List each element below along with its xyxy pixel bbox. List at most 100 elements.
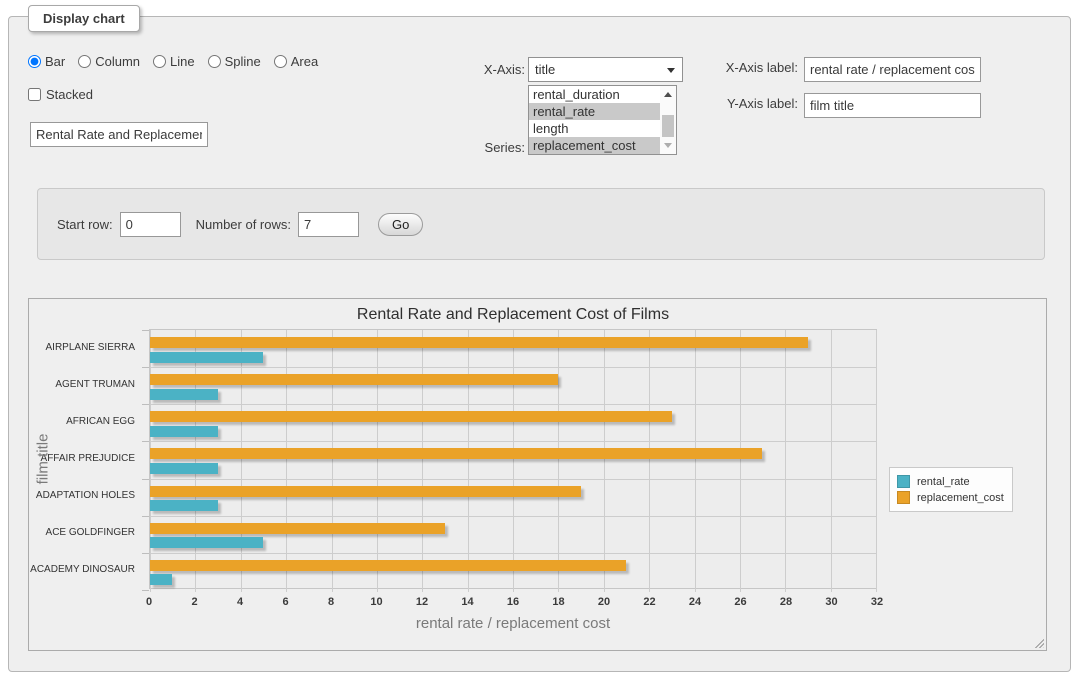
x-axis-label-label: X-Axis label: — [692, 60, 798, 75]
series-select-label: Series: — [419, 140, 525, 155]
series-option-rental_duration[interactable]: rental_duration — [529, 86, 661, 103]
x-tick-4: 4 — [237, 596, 243, 608]
series-multiselect[interactable]: rental_durationrental_ratelengthreplacem… — [528, 85, 677, 155]
fieldset-legend: Display chart — [28, 5, 140, 32]
radio-label: Bar — [45, 54, 65, 69]
chevron-down-icon — [667, 68, 675, 73]
y-tick-mark-2 — [142, 404, 149, 405]
chart-legend: rental_rate replacement_cost — [889, 467, 1013, 512]
x-axis-select-label: X-Axis: — [419, 62, 525, 77]
y-tick-mark-6 — [142, 553, 149, 554]
x-tick-20: 20 — [598, 596, 610, 608]
y-axis-label-input[interactable] — [804, 93, 981, 118]
bar-replacement_cost — [150, 523, 445, 534]
series-option-rental_rate[interactable]: rental_rate — [529, 103, 661, 120]
y-tick-mark-4 — [142, 479, 149, 480]
scroll-up-icon[interactable] — [664, 92, 672, 97]
radio-option-bar[interactable]: Bar — [28, 54, 65, 69]
chart-title: Rental Rate and Replacement Cost of Film… — [149, 306, 877, 324]
go-button[interactable]: Go — [378, 213, 423, 236]
gridline-x-32 — [876, 330, 877, 592]
bar-rental_rate — [150, 574, 172, 585]
start-row-input[interactable] — [120, 212, 181, 237]
radio-label: Line — [170, 54, 195, 69]
category-label-2: AFRICAN EGG — [66, 416, 135, 427]
x-tick-12: 12 — [416, 596, 428, 608]
series-option-replacement_cost[interactable]: replacement_cost — [529, 137, 661, 154]
x-axis-tick-labels: 02468101214161820222426283032 — [149, 596, 877, 610]
x-tick-26: 26 — [734, 596, 746, 608]
radio-option-column[interactable]: Column — [78, 54, 140, 69]
legend-item-replacement_cost: replacement_cost — [897, 491, 1004, 504]
y-axis-label-label: Y-Axis label: — [692, 96, 798, 111]
bar-replacement_cost — [150, 560, 626, 571]
radio-spline[interactable] — [208, 55, 221, 68]
radio-area[interactable] — [274, 55, 287, 68]
category-label-6: ACADEMY DINOSAUR — [30, 564, 135, 575]
radio-bar[interactable] — [28, 55, 41, 68]
row-controls-panel: Start row: Number of rows: Go — [37, 188, 1045, 260]
x-tick-14: 14 — [461, 596, 473, 608]
bar-rental_rate — [150, 500, 218, 511]
x-tick-30: 30 — [825, 596, 837, 608]
bar-rental_rate — [150, 352, 263, 363]
radio-label: Column — [95, 54, 140, 69]
x-tick-8: 8 — [328, 596, 334, 608]
series-option-length[interactable]: length — [529, 120, 661, 137]
radio-column[interactable] — [78, 55, 91, 68]
gridline-y-3 — [150, 441, 876, 442]
radio-option-line[interactable]: Line — [153, 54, 195, 69]
x-axis-select[interactable]: title — [528, 57, 683, 82]
gridline-y-5 — [150, 516, 876, 517]
legend-swatch-rental_rate — [897, 475, 910, 488]
x-axis-label-input[interactable] — [804, 57, 981, 82]
gridline-y-4 — [150, 479, 876, 480]
radio-line[interactable] — [153, 55, 166, 68]
x-tick-0: 0 — [146, 596, 152, 608]
stacked-option[interactable]: Stacked — [28, 87, 93, 102]
gridline-y-1 — [150, 367, 876, 368]
x-axis-selected-value: title — [535, 62, 555, 77]
radio-option-area[interactable]: Area — [274, 54, 318, 69]
stacked-checkbox[interactable] — [28, 88, 41, 101]
plot-area — [149, 329, 877, 589]
number-of-rows-label: Number of rows: — [196, 217, 291, 232]
legend-swatch-replacement_cost — [897, 491, 910, 504]
x-tick-18: 18 — [552, 596, 564, 608]
legend-label-rental_rate: rental_rate — [917, 476, 970, 488]
scroll-down-icon[interactable] — [664, 143, 672, 148]
chart-type-radios: Bar Column Line Spline Area — [28, 54, 331, 69]
radio-label: Spline — [225, 54, 261, 69]
x-tick-28: 28 — [780, 596, 792, 608]
number-of-rows-input[interactable] — [298, 212, 359, 237]
radio-option-spline[interactable]: Spline — [208, 54, 261, 69]
series-scrollbar[interactable] — [660, 86, 676, 154]
radio-label: Area — [291, 54, 318, 69]
x-axis-title: rental rate / replacement cost — [149, 615, 877, 632]
scrollbar-thumb[interactable] — [662, 115, 674, 137]
bar-replacement_cost — [150, 411, 672, 422]
bar-replacement_cost — [150, 374, 558, 385]
bar-replacement_cost — [150, 486, 581, 497]
x-tick-24: 24 — [689, 596, 701, 608]
category-label-0: AIRPLANE SIERRA — [46, 342, 135, 353]
legend-item-rental_rate: rental_rate — [897, 475, 1004, 488]
stacked-label: Stacked — [46, 87, 93, 102]
x-tick-6: 6 — [282, 596, 288, 608]
x-tick-2: 2 — [191, 596, 197, 608]
category-label-3: AFFAIR PREJUDICE — [41, 453, 135, 464]
y-tick-mark-7 — [142, 590, 149, 591]
y-axis-title: film title — [35, 434, 52, 485]
category-label-5: ACE GOLDFINGER — [46, 527, 135, 538]
bar-rental_rate — [150, 463, 218, 474]
series-options: rental_durationrental_ratelengthreplacem… — [529, 86, 676, 154]
chart-container: Rental Rate and Replacement Cost of Film… — [28, 298, 1047, 651]
y-tick-mark-3 — [142, 441, 149, 442]
resize-handle-icon[interactable] — [1033, 637, 1044, 648]
chart-title-input[interactable] — [30, 122, 208, 147]
y-tick-mark-0 — [142, 330, 149, 331]
category-label-1: AGENT TRUMAN — [55, 379, 135, 390]
start-row-label: Start row: — [57, 217, 113, 232]
bar-rental_rate — [150, 537, 263, 548]
bar-replacement_cost — [150, 337, 808, 348]
